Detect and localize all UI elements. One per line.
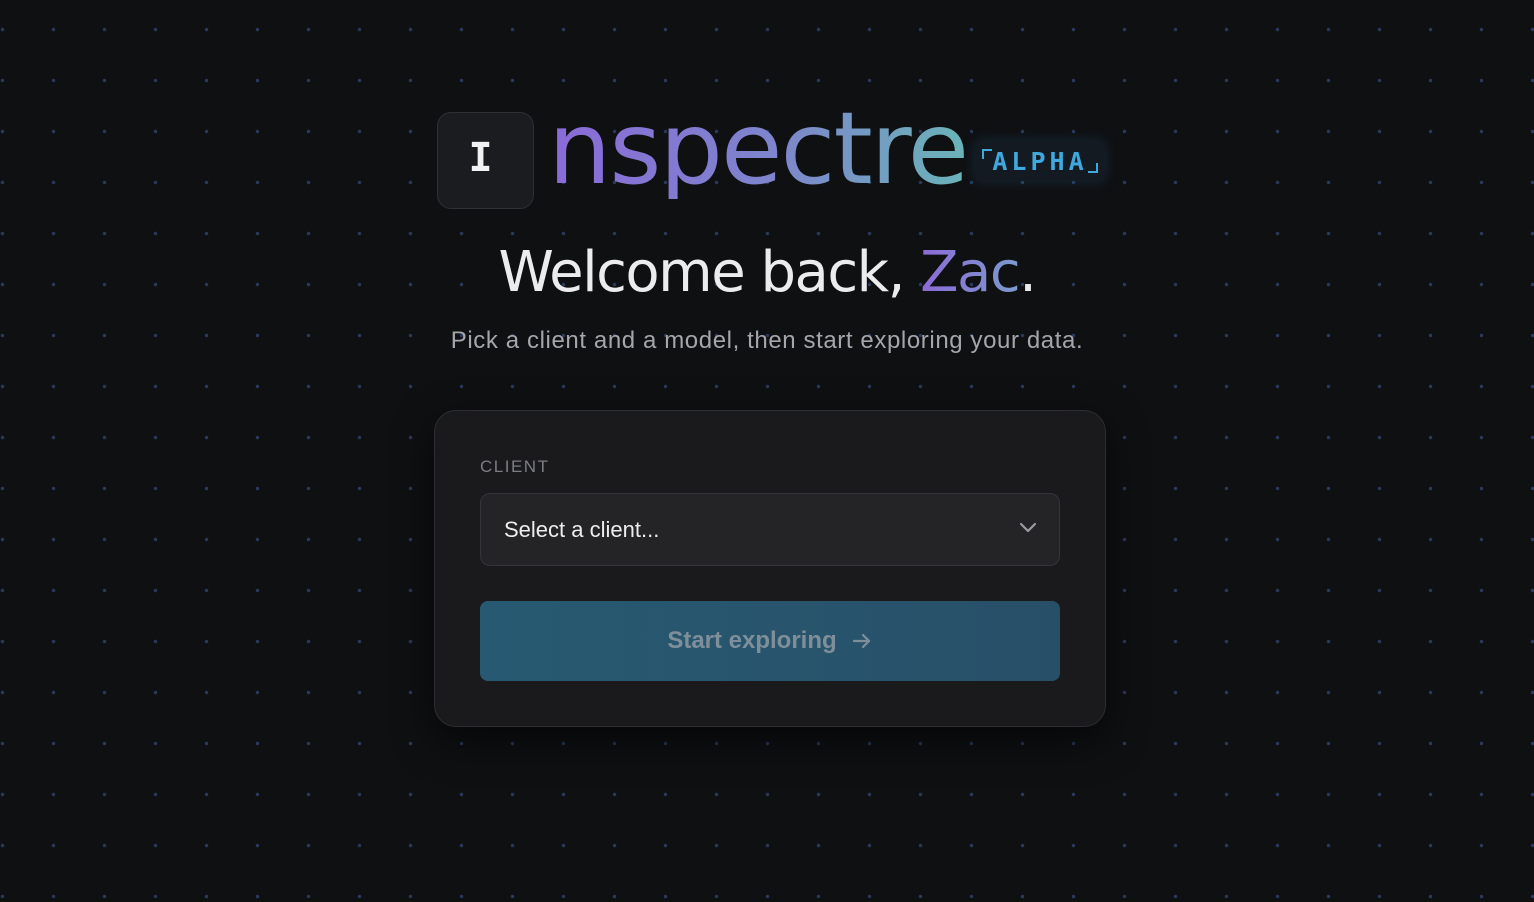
client-select-value: Select a client... [504, 517, 660, 542]
start-exploring-label: Start exploring [667, 627, 837, 654]
logo-icon: I [437, 111, 534, 209]
badge-corner-bottom-right [1088, 163, 1098, 173]
user-name: Zac [920, 240, 1020, 305]
badge-corner-top-left [982, 149, 992, 159]
welcome-heading: Welcome back, Zac. [0, 240, 1534, 305]
brand-header: I nspectre ALPHA [437, 99, 1105, 210]
alpha-badge: ALPHA [975, 141, 1105, 181]
chevron-down-icon [1019, 522, 1037, 533]
alpha-badge-label: ALPHA [992, 146, 1088, 176]
page-subtitle: Pick a client and a model, then start ex… [450, 327, 1084, 354]
client-select[interactable]: Select a client... [480, 493, 1060, 566]
client-field-label: CLIENT [480, 457, 550, 476]
logo-letter: I [468, 135, 493, 181]
welcome-greeting: Welcome back, [498, 240, 921, 305]
start-exploring-button[interactable]: Start exploring [480, 601, 1060, 681]
welcome-punctuation: . [1019, 240, 1037, 305]
app-wordmark: nspectre [548, 90, 969, 207]
arrow-right-icon [852, 633, 870, 649]
selection-card: CLIENT Select a client... Start explorin… [434, 410, 1106, 727]
